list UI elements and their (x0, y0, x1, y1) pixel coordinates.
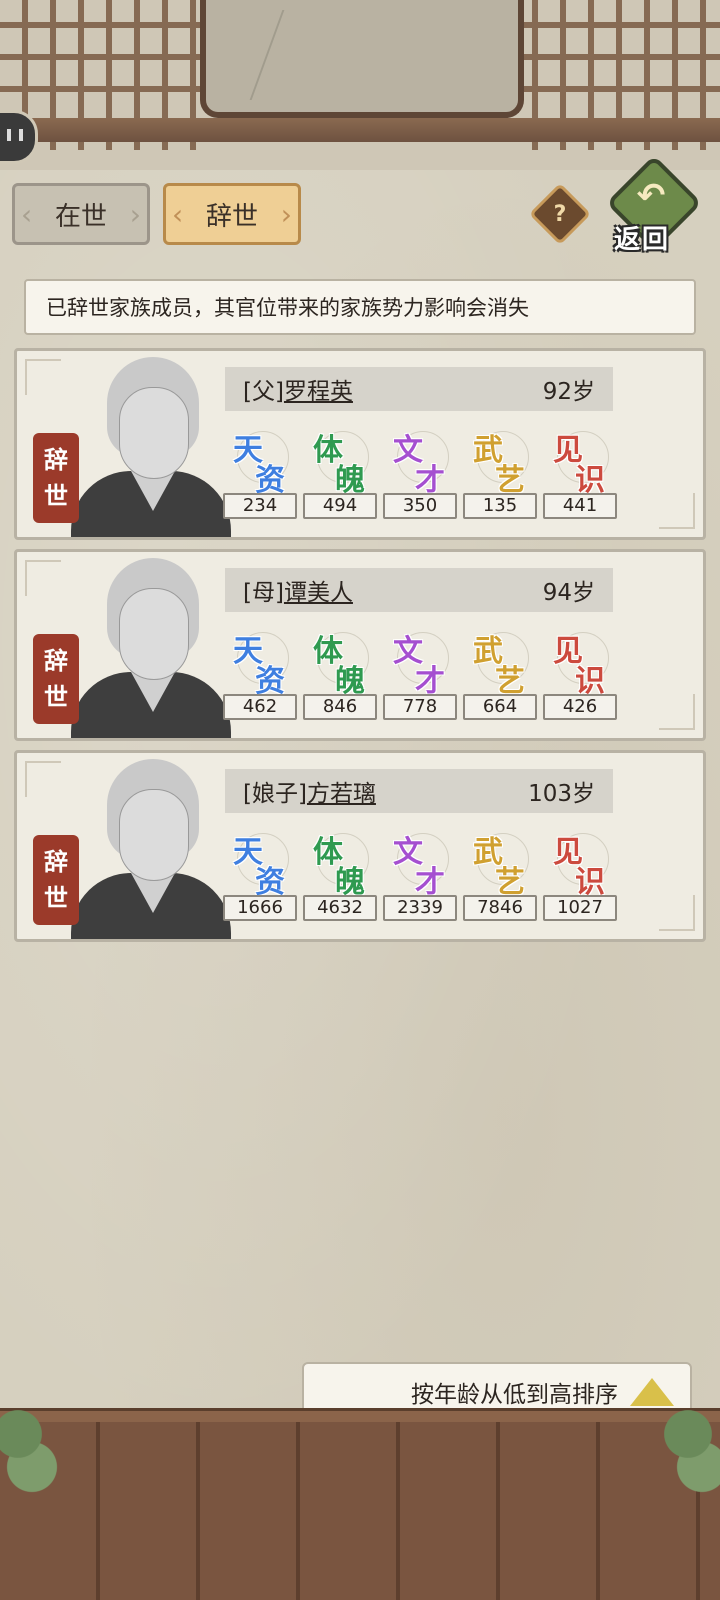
stat-label: 体 魄 (303, 827, 377, 900)
face (119, 387, 189, 479)
stat-3: 武 艺 135 (463, 425, 537, 519)
stat-value: 234 (223, 493, 297, 519)
notice-text: 已辞世家族成员，其官位带来的家族势力影响会消失 (46, 296, 529, 320)
stat-label: 天 资 (223, 626, 297, 699)
stat-value: 350 (383, 493, 457, 519)
stat-4: 见 识 426 (543, 626, 617, 720)
stat-value: 135 (463, 493, 537, 519)
stat-label: 体 魄 (303, 425, 377, 498)
member-age: 92岁 (542, 379, 595, 405)
stat-value: 4632 (303, 895, 377, 921)
stat-1: 体 魄 846 (303, 626, 377, 720)
return-arrow-icon: ↶ (636, 176, 666, 216)
stat-2: 文 才 350 (383, 425, 457, 519)
portrait (67, 351, 231, 537)
window-frame (0, 0, 720, 170)
tab-deceased[interactable]: ‹ 辞世 › (163, 183, 301, 245)
stat-0: 天 资 462 (223, 626, 297, 720)
chevron-left-icon: ‹ (172, 198, 184, 231)
stat-2: 文 才 2339 (383, 827, 457, 921)
stat-1: 体 魄 4632 (303, 827, 377, 921)
chevron-right-icon: › (129, 198, 141, 231)
stat-3: 武 艺 7846 (463, 827, 537, 921)
stat-value: 778 (383, 694, 457, 720)
stat-label: 体 魄 (303, 626, 377, 699)
frame-beam (0, 118, 720, 142)
stat-3: 武 艺 664 (463, 626, 537, 720)
plant-left-icon (0, 1390, 60, 1500)
member-card[interactable]: 辞 世 [父]罗程英 92岁 天 资 234 体 魄 494 文 才 350 武… (14, 348, 706, 540)
orchid-painting (200, 0, 524, 118)
face (119, 789, 189, 881)
name-bar: [父]罗程英 92岁 (225, 367, 613, 411)
stat-label: 武 艺 (463, 626, 537, 699)
back-button[interactable]: ↶ 返回 (605, 154, 703, 255)
member-name[interactable]: 罗程英 (284, 379, 353, 405)
stat-label: 文 才 (383, 425, 457, 498)
stat-value: 664 (463, 694, 537, 720)
deceased-badge: 辞 世 (33, 835, 79, 925)
member-title: [娘子]方若璃 (243, 774, 376, 808)
stat-value: 2339 (383, 895, 457, 921)
stat-value: 426 (543, 694, 617, 720)
stat-value: 494 (303, 493, 377, 519)
stat-2: 文 才 778 (383, 626, 457, 720)
stat-label: 武 艺 (463, 827, 537, 900)
stat-label: 天 资 (223, 827, 297, 900)
member-card[interactable]: 辞 世 [母]谭美人 94岁 天 资 462 体 魄 846 文 才 778 武… (14, 549, 706, 741)
stat-label: 见 识 (543, 626, 617, 699)
sort-label: 按年龄从低到高排序 (411, 1382, 618, 1408)
deceased-badge: 辞 世 (33, 433, 79, 523)
name-bar: [母]谭美人 94岁 (225, 568, 613, 612)
chevron-left-icon: ‹ (21, 198, 33, 231)
tab-alive-label: 在世 (54, 201, 107, 232)
chevron-right-icon: › (280, 198, 292, 231)
stat-value: 441 (543, 493, 617, 519)
relation: [母] (243, 580, 284, 606)
stat-label: 武 艺 (463, 425, 537, 498)
stat-value: 1027 (543, 895, 617, 921)
stat-4: 见 识 1027 (543, 827, 617, 921)
member-age: 103岁 (528, 781, 595, 807)
member-age: 94岁 (542, 580, 595, 606)
question-icon: ? (553, 201, 567, 227)
stat-label: 见 识 (543, 827, 617, 900)
member-name[interactable]: 谭美人 (284, 580, 353, 606)
stat-0: 天 资 1666 (223, 827, 297, 921)
tab-deceased-label: 辞世 (205, 201, 258, 232)
member-card[interactable]: 辞 世 [娘子]方若璃 103岁 天 资 1666 体 魄 4632 文 才 2… (14, 750, 706, 942)
relation: [父] (243, 379, 284, 405)
member-title: [父]罗程英 (243, 372, 353, 406)
name-bar: [娘子]方若璃 103岁 (225, 769, 613, 813)
member-title: [母]谭美人 (243, 573, 353, 607)
stat-4: 见 识 441 (543, 425, 617, 519)
stat-1: 体 魄 494 (303, 425, 377, 519)
stat-0: 天 资 234 (223, 425, 297, 519)
notice-banner: 已辞世家族成员，其官位带来的家族势力影响会消失 (24, 279, 696, 335)
relation: [娘子] (243, 781, 307, 807)
stat-label: 天 资 (223, 425, 297, 498)
portrait (67, 753, 231, 939)
stat-label: 文 才 (383, 827, 457, 900)
stat-label: 文 才 (383, 626, 457, 699)
plant-right-icon (660, 1390, 720, 1500)
stat-value: 462 (223, 694, 297, 720)
orchid-icon (249, 10, 465, 100)
stat-value: 7846 (463, 895, 537, 921)
deceased-badge: 辞 世 (33, 634, 79, 724)
stat-label: 见 识 (543, 425, 617, 498)
eyes-icon (7, 129, 23, 141)
back-label: 返回 (614, 225, 671, 255)
stat-value: 846 (303, 694, 377, 720)
portrait (67, 552, 231, 738)
tab-alive[interactable]: ‹ 在世 › (12, 183, 150, 245)
stat-value: 1666 (223, 895, 297, 921)
member-name[interactable]: 方若璃 (307, 781, 376, 807)
wood-floor (0, 1422, 720, 1600)
face (119, 588, 189, 680)
